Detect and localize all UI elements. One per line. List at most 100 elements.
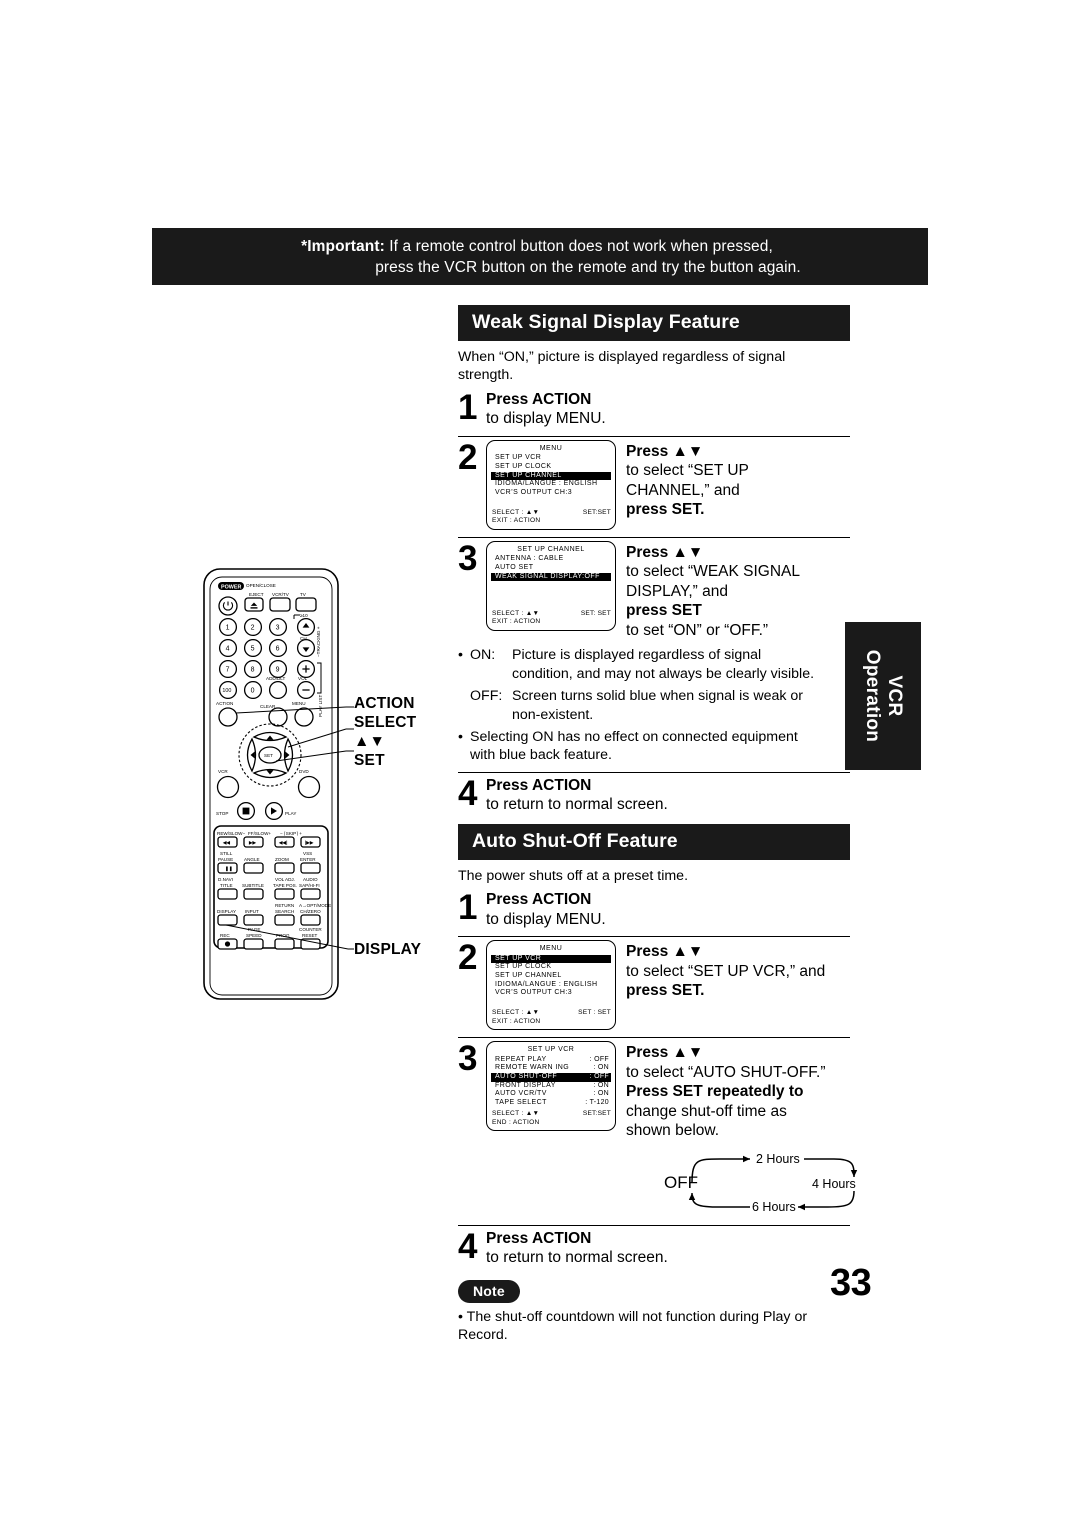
svg-text:PLAY LIST: PLAY LIST <box>318 695 323 717</box>
weak-signal-bullets: • ON: Picture is displayed regardless of… <box>458 646 830 764</box>
step-body: SET UP VCR REPEAT PLAY: OFF REMOTE WARN … <box>486 1041 850 1141</box>
svg-text:VCR/TV: VCR/TV <box>272 592 290 597</box>
svg-text:5: 5 <box>251 646 255 653</box>
step-line: press SET. <box>626 501 705 519</box>
side-tab-line-2: Operation <box>862 649 883 743</box>
svg-text:100: 100 <box>222 688 231 694</box>
osd-row-key: AUTO SHUT-OFF <box>495 1072 558 1080</box>
step-body: MENU SET UP VCR SET UP CLOCK SET UP CHAN… <box>486 439 850 530</box>
osd-row-selected: AUTO SHUT-OFF : OFF <box>491 1072 611 1082</box>
osd-row: SET UP VCR <box>491 454 611 463</box>
important-notice-banner: *Important: If a remote control button d… <box>152 228 928 285</box>
note-body: The shut-off countdown will not function… <box>458 1308 808 1344</box>
step-body: Press ACTION to display MENU. <box>486 390 850 429</box>
callout-action: ACTION <box>354 695 415 712</box>
main-content-column: Weak Signal Display Feature When “ON,” p… <box>458 305 858 1344</box>
osd-row-key: REPEAT PLAY <box>495 1055 547 1063</box>
step-line: to display MENU. <box>486 910 606 928</box>
step-text: Press ▲▼ to select “WEAK SIGNAL DISPLAY,… <box>626 541 800 641</box>
cycle-label-off: OFF <box>664 1172 698 1192</box>
osd-title: SET UP VCR <box>527 1046 575 1054</box>
section-title-weak-signal: Weak Signal Display Feature <box>458 305 850 341</box>
bullet-dot: • <box>458 647 463 664</box>
svg-text:POWER: POWER <box>221 585 241 591</box>
osd-row: VCR’S OUTPUT CH:3 <box>491 989 611 998</box>
osd-row-key: VCR’S OUTPUT CH:3 <box>495 989 573 997</box>
svg-text:8: 8 <box>251 667 255 674</box>
osd-row-selected: WEAK SIGNAL DISPLAY:OFF <box>491 572 611 582</box>
step-line: Press ▲▼ <box>626 442 704 460</box>
osd-row-key: WEAK SIGNAL DISPLAY:OFF <box>495 572 600 580</box>
osd-row-key: REMOTE WARN ING <box>495 1064 570 1072</box>
osd-row: REPEAT PLAY: OFF <box>491 1056 611 1065</box>
svg-text:ACTION: ACTION <box>216 701 233 706</box>
svg-text:− ⌈SKIP⌉ +: − ⌈SKIP⌉ + <box>280 831 302 836</box>
osd-footer-row: EXIT : ACTION <box>492 517 611 525</box>
step-number: 2 <box>458 938 478 978</box>
step-line: to select “AUTO SHUT-OFF.” <box>626 1063 826 1081</box>
step-line: shown below. <box>626 1122 720 1140</box>
bullet-off-cont: non-existent. <box>512 706 594 723</box>
step-auto-4: 4 Press ACTION to return to normal scree… <box>458 1226 850 1268</box>
step-auto-1: 1 Press ACTION to display MENU. <box>458 887 850 929</box>
step-number: 3 <box>458 1039 478 1079</box>
bullet-selecting-on: • Selecting ON has no effect on connecte… <box>458 728 830 746</box>
osd-row-key: SET UP VCR <box>495 454 542 462</box>
bullet-selecting-on-cont: with blue back feature. <box>470 747 612 764</box>
svg-text:DVD: DVD <box>299 769 309 774</box>
svg-text:SAP/HI-FI: SAP/HI-FI <box>299 883 320 888</box>
section-intro-auto-shutoff: The power shuts off at a preset time. <box>458 867 689 884</box>
svg-text:SUBTITLE: SUBTITLE <box>242 883 264 888</box>
osd-row: SET UP CLOCK <box>491 463 611 472</box>
important-text-1: If a remote control button does not work… <box>384 237 773 255</box>
step-line: Press ▲▼ <box>626 943 704 961</box>
osd-footer-left: EXIT : ACTION <box>492 1017 541 1025</box>
important-notice-line-1: *Important: If a remote control button d… <box>301 236 773 257</box>
callout-select-arrows: ▲▼ <box>354 733 386 750</box>
osd-footer-left: EXIT : ACTION <box>492 517 541 525</box>
step-line: to display MENU. <box>486 410 606 428</box>
svg-text:REC: REC <box>220 933 230 938</box>
osd-row-key: SET UP CLOCK <box>495 463 552 470</box>
svg-text:4: 4 <box>226 646 230 653</box>
step-body: Press ACTION to return to normal screen. <box>486 1229 850 1268</box>
note-badge: Note <box>458 1279 520 1303</box>
osd-row-selected: SET UP VCR <box>491 954 611 964</box>
step-auto-2: 2 MENU SET UP VCR SET UP CLOCK SET UP CH… <box>458 937 850 1031</box>
svg-text:◀◀|: ◀◀| <box>278 840 287 845</box>
svg-text:FF/SLOW+: FF/SLOW+ <box>248 831 271 836</box>
svg-text:SEARCH: SEARCH <box>275 909 294 914</box>
svg-text:RESET: RESET <box>302 933 318 938</box>
osd-menu-screen: SET UP VCR REPEAT PLAY: OFF REMOTE WARN … <box>486 1041 616 1132</box>
svg-text:EJECT: EJECT <box>249 592 264 597</box>
osd-row-key: SET UP CHANNEL <box>495 471 562 479</box>
osd-row: IDIOMA/LANGUE : ENGLISH <box>491 981 611 990</box>
step-body: SET UP CHANNEL ANTENNA : CABLE AUTO SET … <box>486 540 850 641</box>
step-line: press SET <box>626 602 702 620</box>
step-line: to return to normal screen. <box>486 1249 668 1267</box>
bullet-dot <box>458 687 470 705</box>
step-text: Press ▲▼ to select “AUTO SHUT-OFF.” Pres… <box>626 1041 826 1141</box>
bullet-text: Picture is displayed regardless of signa… <box>512 647 762 664</box>
step-number: 4 <box>458 773 478 813</box>
osd-row: TAPE SELECT: T-120 <box>491 1099 611 1108</box>
osd-row-value: : OFF <box>589 1072 609 1080</box>
osd-row-key: SET UP CLOCK <box>495 963 552 971</box>
svg-text:OPEN/CLOSE: OPEN/CLOSE <box>246 583 276 588</box>
step-line: to select “WEAK SIGNAL <box>626 563 800 581</box>
osd-row: IDIOMA/LANGUE : ENGLISH <box>491 480 611 489</box>
svg-text:TAPE POS.: TAPE POS. <box>273 883 297 888</box>
step-weak-4: 4 Press ACTION to return to normal scree… <box>458 773 850 815</box>
osd-menu-screen: MENU SET UP VCR SET UP CLOCK SET UP CHAN… <box>486 940 616 1031</box>
osd-footer-left: EXIT : ACTION <box>492 618 541 626</box>
osd-footer: SELECT : ▲▼ SET:SET EXIT : ACTION <box>492 509 611 526</box>
step-line: Press ACTION <box>486 891 592 909</box>
svg-text:VSS: VSS <box>303 851 312 856</box>
osd-row-key: AUTO VCR/TV <box>495 1090 547 1098</box>
cycle-label-4-hours: 4 Hours <box>810 1176 858 1191</box>
note-bullet: • <box>458 1308 463 1325</box>
step-auto-3: 3 SET UP VCR REPEAT PLAY: OFF REMOTE WAR… <box>458 1038 850 1141</box>
osd-title: MENU <box>539 444 563 452</box>
svg-text:VOL ADJ.: VOL ADJ. <box>275 877 295 882</box>
svg-text:ANGLE: ANGLE <box>244 857 260 862</box>
